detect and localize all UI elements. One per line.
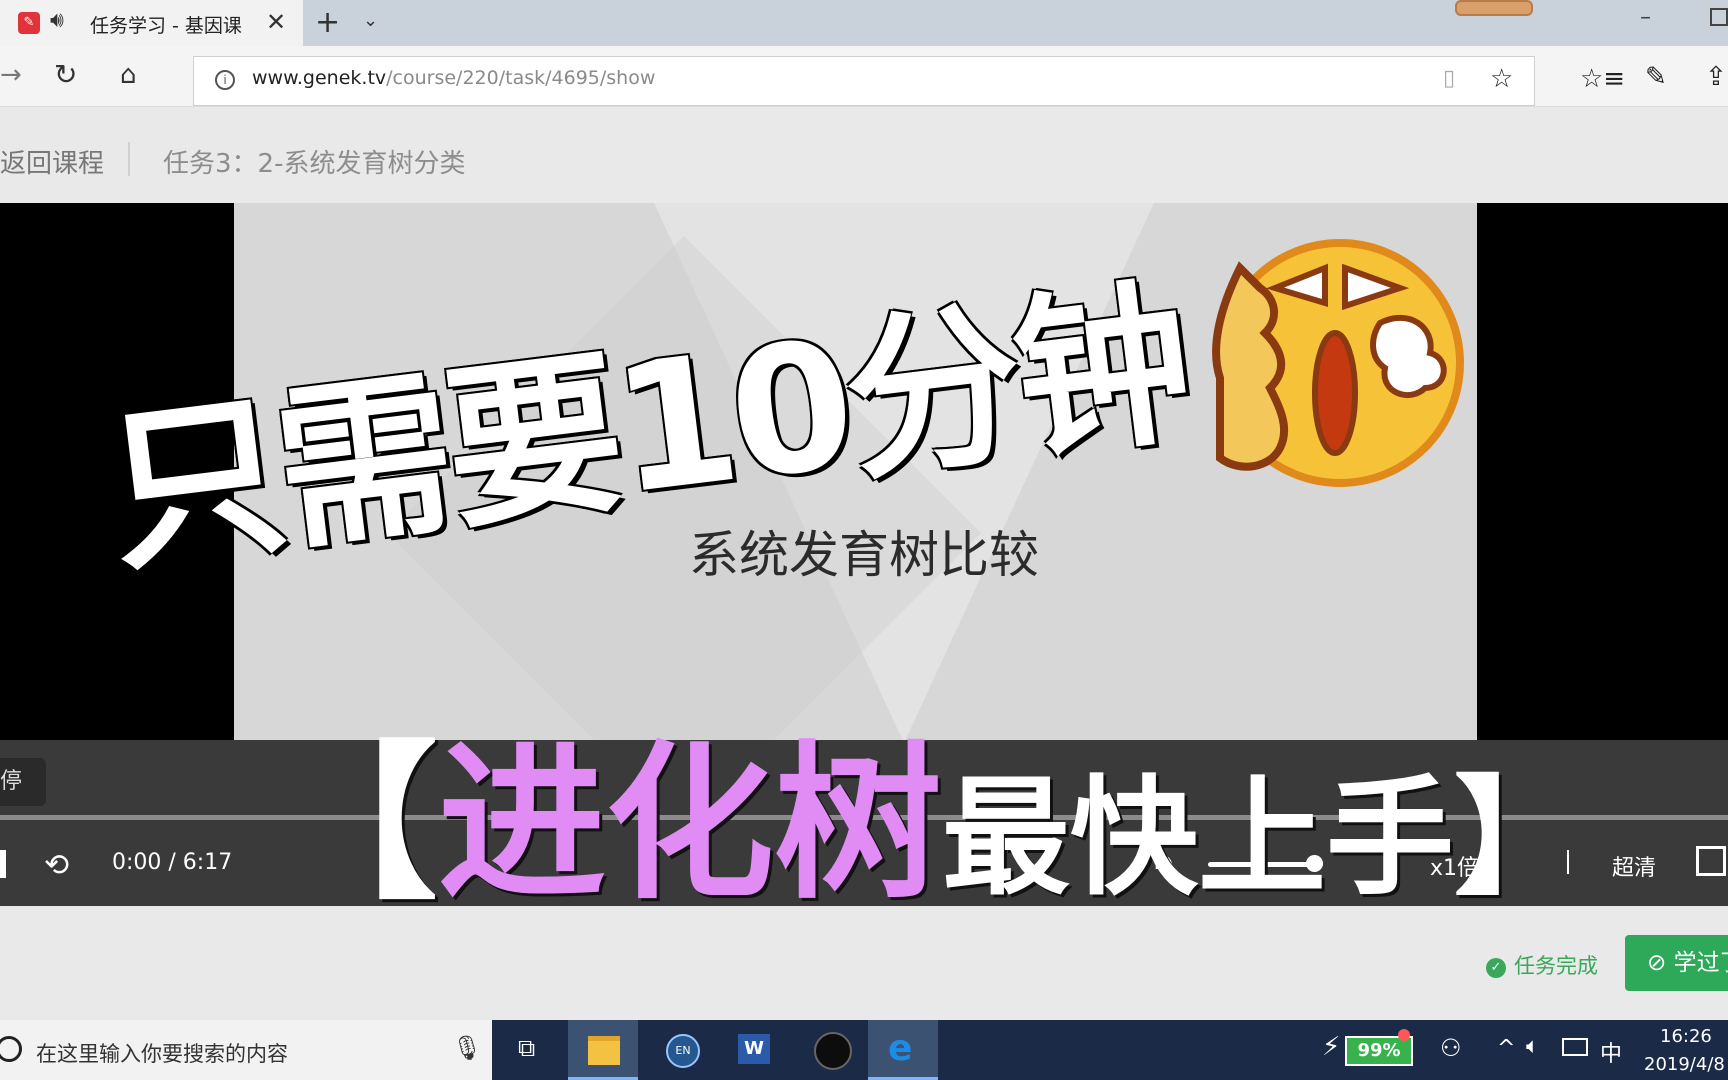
minimize-icon[interactable]: – (1640, 5, 1651, 30)
overlay-rest: 最快上手 (942, 764, 1455, 913)
overlay-subheadline: 【进化树最快上手】 (270, 688, 1582, 931)
forward-icon[interactable]: → (0, 60, 22, 90)
task-status-label: 任务完成 (1514, 954, 1598, 978)
overlay-bracket-open: 【 (270, 726, 438, 922)
mic-icon[interactable]: 🎙︎ (452, 1034, 482, 1062)
pause-tooltip: 停 (0, 758, 46, 806)
refresh-icon[interactable]: ↻ (54, 58, 77, 91)
back-to-course-link[interactable]: 返回课程 (0, 143, 104, 180)
chevron-down-icon[interactable]: ⌄ (363, 10, 378, 31)
notification-dot (1398, 1029, 1410, 1041)
ime-indicator[interactable]: 中 (1600, 1036, 1622, 1068)
home-icon[interactable]: ⌂ (120, 60, 137, 90)
network-icon[interactable] (1562, 1038, 1588, 1056)
site-favicon: ✎ (18, 12, 40, 34)
task-view-icon[interactable]: ⧉ (518, 1034, 535, 1062)
play-button[interactable] (0, 850, 6, 878)
info-icon[interactable]: i (215, 70, 235, 90)
learned-button-label: 学过了 (1673, 950, 1728, 976)
chevron-up-icon[interactable]: ^ (1497, 1036, 1515, 1061)
close-icon[interactable]: ✕ (266, 8, 286, 36)
edge-browser-app[interactable]: e (868, 1020, 938, 1080)
thumbs-up-emoji-sticker (1212, 239, 1464, 487)
overlay-bracket-close: 】 (1454, 764, 1583, 913)
reading-view-icon[interactable]: ▯ (1443, 66, 1455, 91)
tab-title: 任务学习 - 基因课 (90, 15, 242, 37)
audio-icon[interactable]: 🔊︎ (50, 8, 64, 33)
clock-date[interactable]: 2019/4/8 (1644, 1054, 1725, 1075)
game-icon (814, 1032, 852, 1070)
url-domain: www.genek.tv (252, 67, 387, 89)
game-app[interactable] (796, 1020, 866, 1080)
task-title: 任务3：2-系统发育树分类 (163, 149, 466, 179)
clock-time[interactable]: 16:26 (1660, 1026, 1712, 1047)
new-tab-icon[interactable]: + (315, 5, 340, 40)
overlay-highlight: 进化树 (438, 726, 942, 922)
star-icon[interactable]: ☆ (1490, 64, 1513, 94)
language-app[interactable]: EN (648, 1020, 718, 1080)
url-path: /course/220/task/4695/show (386, 67, 656, 89)
restore-icon[interactable] (1710, 8, 1728, 26)
replay-icon[interactable]: ⟲ (44, 848, 69, 883)
fullscreen-icon[interactable] (1696, 846, 1726, 876)
search-placeholder: 在这里输入你要搜索的内容 (36, 1042, 288, 1066)
header-divider (128, 142, 130, 176)
file-explorer-app[interactable] (568, 1020, 638, 1080)
share-icon[interactable]: ⇪ (1705, 62, 1727, 92)
tray-volume-icon[interactable]: 🔈︎ (1526, 1034, 1539, 1059)
time-display: 0:00 / 6:17 (112, 850, 233, 875)
edge-icon: e (888, 1028, 913, 1069)
learned-button[interactable]: ⊘ 学过了 (1625, 935, 1728, 991)
task-complete-status: ✓ 任务完成 (1486, 950, 1598, 980)
url-text[interactable]: www.genek.tv/course/220/task/4695/show (252, 67, 655, 89)
people-icon[interactable]: ⚇ (1440, 1034, 1462, 1062)
pen-icon[interactable]: ✎ (1645, 62, 1667, 92)
check-icon: ✓ (1486, 958, 1506, 978)
en-badge-icon: EN (666, 1034, 700, 1068)
tab-scroll-indicator (1455, 0, 1533, 16)
folder-icon (588, 1036, 620, 1065)
word-icon: W (738, 1034, 770, 1064)
quality-button[interactable]: 超清 (1612, 850, 1656, 882)
word-app[interactable]: W (718, 1020, 788, 1080)
plug-icon[interactable]: ⚡︎ (1322, 1032, 1340, 1062)
favorites-icon[interactable]: ☆≡ (1580, 64, 1625, 94)
